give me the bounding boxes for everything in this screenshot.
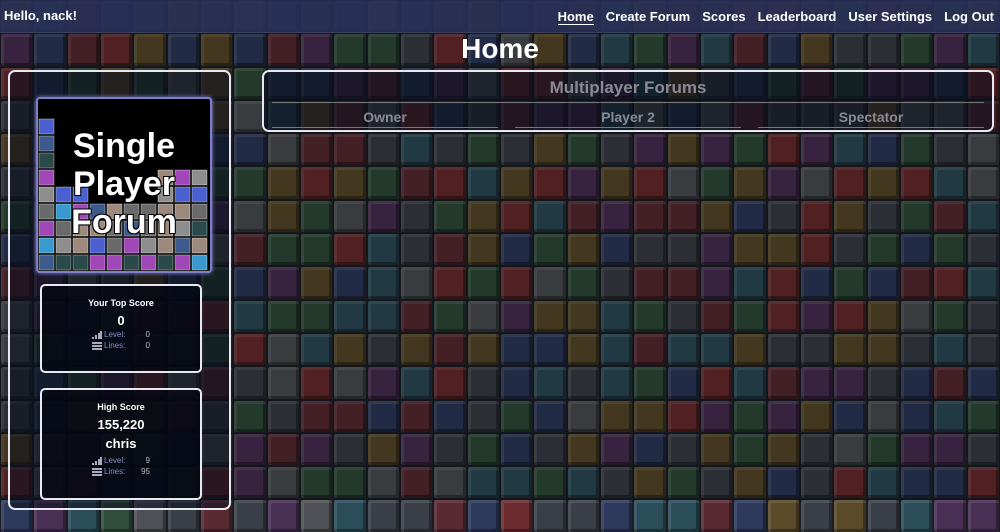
level-stat-label: Level: (92, 456, 125, 465)
tetris-block (140, 254, 157, 271)
background-tile (567, 500, 599, 532)
greeting-text: Hello, nack! (4, 8, 77, 23)
bar-chart-icon (92, 330, 102, 339)
background-tile (967, 500, 999, 532)
nav-create-forum-link[interactable]: Create Forum (606, 9, 691, 25)
high-score-level-row: Level: 9 (92, 456, 150, 465)
multiplayer-forums-title: Multiplayer Forums (272, 78, 984, 103)
single-player-label-line2: Player (72, 165, 176, 203)
multiplayer-forums-panel: Multiplayer Forums Owner Player 2 Specta… (262, 70, 994, 132)
level-stat-label: Level: (92, 330, 125, 339)
column-owner: Owner (272, 109, 498, 128)
lines-label: Lines: (104, 341, 126, 350)
top-score-level: 0 (145, 330, 150, 339)
lines-icon (92, 341, 102, 350)
top-score-title: Your Top Score (88, 298, 154, 308)
lines-stat-label: Lines: (92, 341, 125, 350)
background-tile (334, 500, 366, 532)
navbar: Hello, nack! Home Create Forum Scores Le… (0, 0, 1000, 33)
background-tile (667, 500, 699, 532)
background-tile (434, 500, 466, 532)
nav-links: Home Create Forum Scores Leaderboard Use… (557, 9, 994, 25)
background-tile (700, 500, 733, 532)
tetris-block (89, 254, 106, 271)
background-tile (267, 500, 299, 532)
tetris-block (123, 254, 140, 271)
high-score-player: chris (105, 436, 137, 451)
tetris-block (72, 254, 89, 271)
bar-chart-icon (92, 456, 102, 465)
tetris-block (157, 254, 174, 271)
background-tile (400, 500, 433, 532)
column-player-2: Player 2 (515, 109, 741, 128)
tetris-block (55, 254, 72, 271)
your-top-score-card: Your Top Score 0 Level: 0 Lines: 0 (40, 284, 202, 373)
background-tile (600, 500, 633, 532)
background-tile (834, 500, 866, 532)
background-tile (500, 500, 533, 532)
level-label: Level: (104, 456, 126, 465)
top-score-level-row: Level: 0 (92, 330, 150, 339)
high-score-lines: 95 (141, 467, 150, 476)
high-score-lines-row: Lines: 95 (92, 467, 150, 476)
nav-home-link[interactable]: Home (557, 9, 594, 25)
top-score-value: 0 (117, 313, 125, 328)
high-score-level: 9 (145, 456, 150, 465)
background-tile (534, 500, 566, 532)
tetris-block (174, 254, 191, 271)
lines-stat-label: Lines: (92, 467, 125, 476)
high-score-title: High Score (97, 402, 145, 412)
level-label: Level: (104, 330, 126, 339)
page-title: Home (461, 33, 539, 64)
top-score-lines: 0 (145, 341, 150, 350)
single-player-label-line3: Forum (71, 203, 177, 241)
background-tile (467, 500, 499, 532)
background-tile (767, 500, 799, 532)
background-tile (300, 500, 333, 532)
background-tile (234, 500, 266, 532)
lines-icon (92, 467, 102, 476)
left-panel: Single Player Forum Your Top Score 0 Lev… (8, 70, 231, 510)
background-tile (867, 500, 899, 532)
single-player-label: Single Player Forum (38, 127, 210, 241)
column-spectator: Spectator (758, 109, 984, 128)
background-tile (934, 500, 966, 532)
nav-user-settings-link[interactable]: User Settings (848, 9, 932, 25)
single-player-forum-button[interactable]: Single Player Forum (36, 97, 212, 273)
background-tile (800, 500, 833, 532)
background-tile (900, 500, 933, 532)
top-score-lines-row: Lines: 0 (92, 341, 150, 350)
multiplayer-table-header: Owner Player 2 Spectator (272, 109, 984, 128)
background-tile (367, 500, 399, 532)
nav-scores-link[interactable]: Scores (702, 9, 745, 25)
tetris-block (106, 254, 123, 271)
tetris-block (191, 254, 208, 271)
tetris-block (38, 254, 55, 271)
background-tile (734, 500, 766, 532)
lines-label: Lines: (104, 467, 126, 476)
background-tile (634, 500, 666, 532)
nav-log-out-link[interactable]: Log Out (944, 9, 994, 25)
single-player-label-line1: Single (72, 127, 176, 165)
high-score-value: 155,220 (97, 417, 145, 432)
high-score-card: High Score 155,220 chris Level: 9 Lines: (40, 388, 202, 500)
nav-leaderboard-link[interactable]: Leaderboard (758, 9, 837, 25)
